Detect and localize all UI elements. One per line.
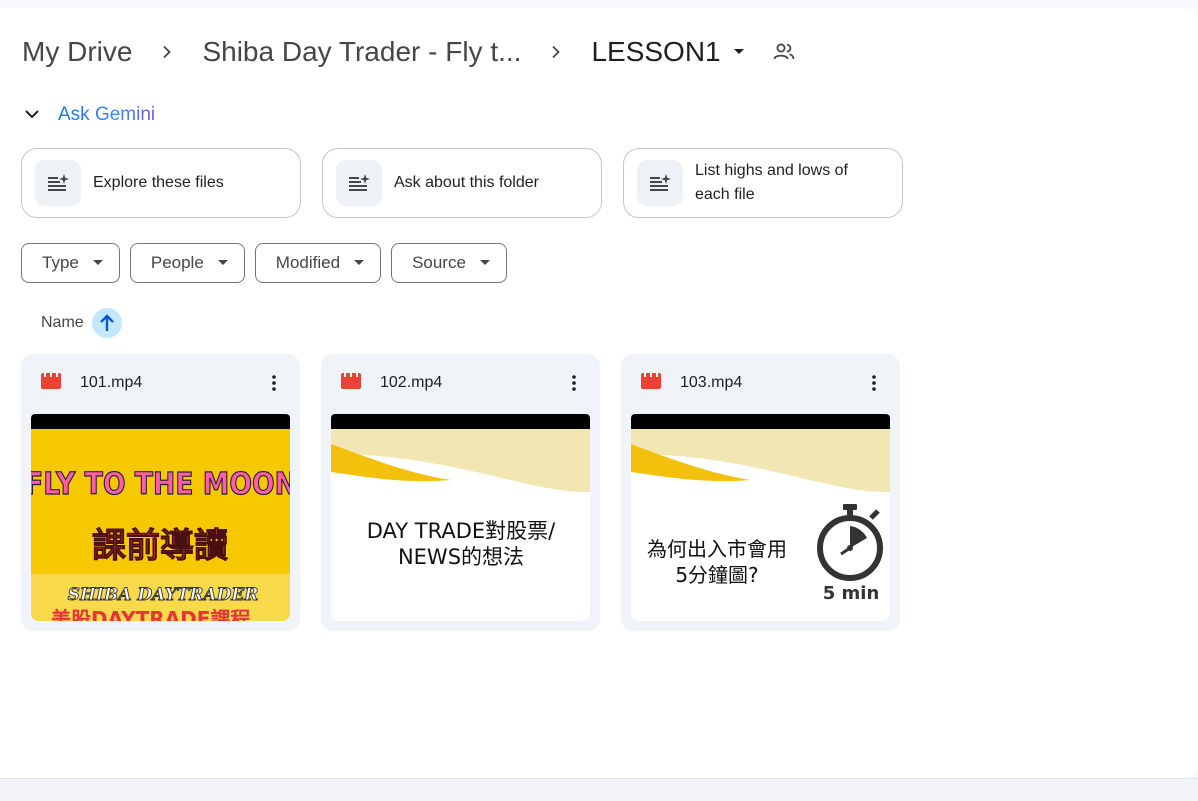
thumb-title: 為何出入市會用 (647, 537, 787, 561)
filter-label: Type (42, 253, 79, 272)
bottom-strip (0, 778, 1198, 801)
breadcrumb-current-folder[interactable]: LESSON1 (591, 36, 720, 68)
file-card[interactable]: 101.mp4 FLY TO THE MOON 課前導讀 SHIBA DAYTR… (21, 354, 300, 631)
breadcrumb-my-drive[interactable]: My Drive (22, 36, 132, 68)
gemini-suggestions: Explore these files Ask about this folde… (21, 148, 903, 218)
file-grid: 101.mp4 FLY TO THE MOON 課前導讀 SHIBA DAYTR… (21, 354, 900, 631)
video-file-icon (641, 372, 661, 394)
more-vert-icon[interactable] (562, 371, 586, 395)
video-file-icon (341, 372, 361, 394)
more-vert-icon[interactable] (862, 371, 886, 395)
chevron-down-icon (24, 106, 40, 124)
sparkle-list-icon (336, 160, 382, 206)
chevron-right-icon (521, 45, 591, 59)
thumb-course: 美股DAYTRADE課程 (51, 607, 250, 621)
thumb-badge: 5 min (823, 583, 880, 604)
caret-down-icon (354, 260, 365, 265)
filter-label: Modified (275, 253, 341, 272)
breadcrumb: My Drive Shiba Day Trader - Fly t... LES… (22, 30, 795, 74)
video-thumbnail[interactable]: 為何出入市會用 5分鐘圖? 5 min (631, 414, 890, 621)
thumb-title: DAY TRADE對股票/ (367, 519, 556, 543)
sparkle-list-icon (637, 160, 683, 206)
caret-down-icon (92, 260, 103, 265)
ask-gemini-label: Ask Gemini (58, 104, 156, 125)
more-vert-icon[interactable] (262, 371, 286, 395)
file-card[interactable]: 103.mp4 為何出入市會用 5分鐘圖? 5 min (621, 354, 900, 631)
ask-gemini-toggle[interactable]: Ask Gemini (24, 104, 155, 126)
filter-modified[interactable]: Modified (254, 243, 382, 283)
filter-source[interactable]: Source (391, 243, 507, 283)
sort-name-label[interactable]: Name (41, 314, 84, 332)
sort-control: Name (41, 308, 122, 338)
caret-down-icon (479, 260, 490, 265)
file-name: 101.mp4 (80, 374, 143, 391)
suggestion-label: Ask about this folder (394, 174, 539, 191)
thumb-subtitle: NEWS的想法 (398, 545, 524, 569)
file-card[interactable]: 102.mp4 DAY TRADE對股票/ NEWS的想法 (321, 354, 600, 631)
chevron-right-icon (132, 45, 202, 59)
caret-down-icon (217, 260, 228, 265)
file-name: 103.mp4 (680, 374, 743, 391)
suggestion-ask-folder[interactable]: Ask about this folder (322, 148, 602, 218)
people-icon[interactable] (773, 43, 795, 61)
thumb-subtitle: 5分鐘圖? (675, 563, 758, 587)
suggestion-label: Explore these files (93, 174, 224, 191)
suggestion-explore-files[interactable]: Explore these files (21, 148, 301, 218)
thumb-subtitle: 課前導讀 (92, 526, 228, 566)
video-thumbnail[interactable]: FLY TO THE MOON 課前導讀 SHIBA DAYTRADER 美股D… (31, 414, 290, 621)
video-file-icon (41, 372, 61, 394)
filter-label: Source (412, 253, 466, 272)
sparkle-list-icon (35, 160, 81, 206)
filter-type[interactable]: Type (21, 243, 120, 283)
video-thumbnail[interactable]: DAY TRADE對股票/ NEWS的想法 (331, 414, 590, 621)
suggestion-label: List highs and lows of each file (695, 162, 848, 203)
filter-bar: Type People Modified Source (21, 243, 507, 283)
arrow-up-icon[interactable] (91, 308, 122, 338)
breadcrumb-parent-folder[interactable]: Shiba Day Trader - Fly t... (202, 36, 521, 68)
file-name: 102.mp4 (380, 374, 443, 391)
filter-label: People (150, 253, 204, 272)
caret-down-icon[interactable] (733, 48, 745, 56)
thumb-brand: SHIBA DAYTRADER (68, 585, 259, 605)
filter-people[interactable]: People (129, 243, 245, 283)
suggestion-list-highs-lows[interactable]: List highs and lows of each file (623, 148, 903, 218)
thumb-title: FLY TO THE MOON (31, 467, 290, 502)
